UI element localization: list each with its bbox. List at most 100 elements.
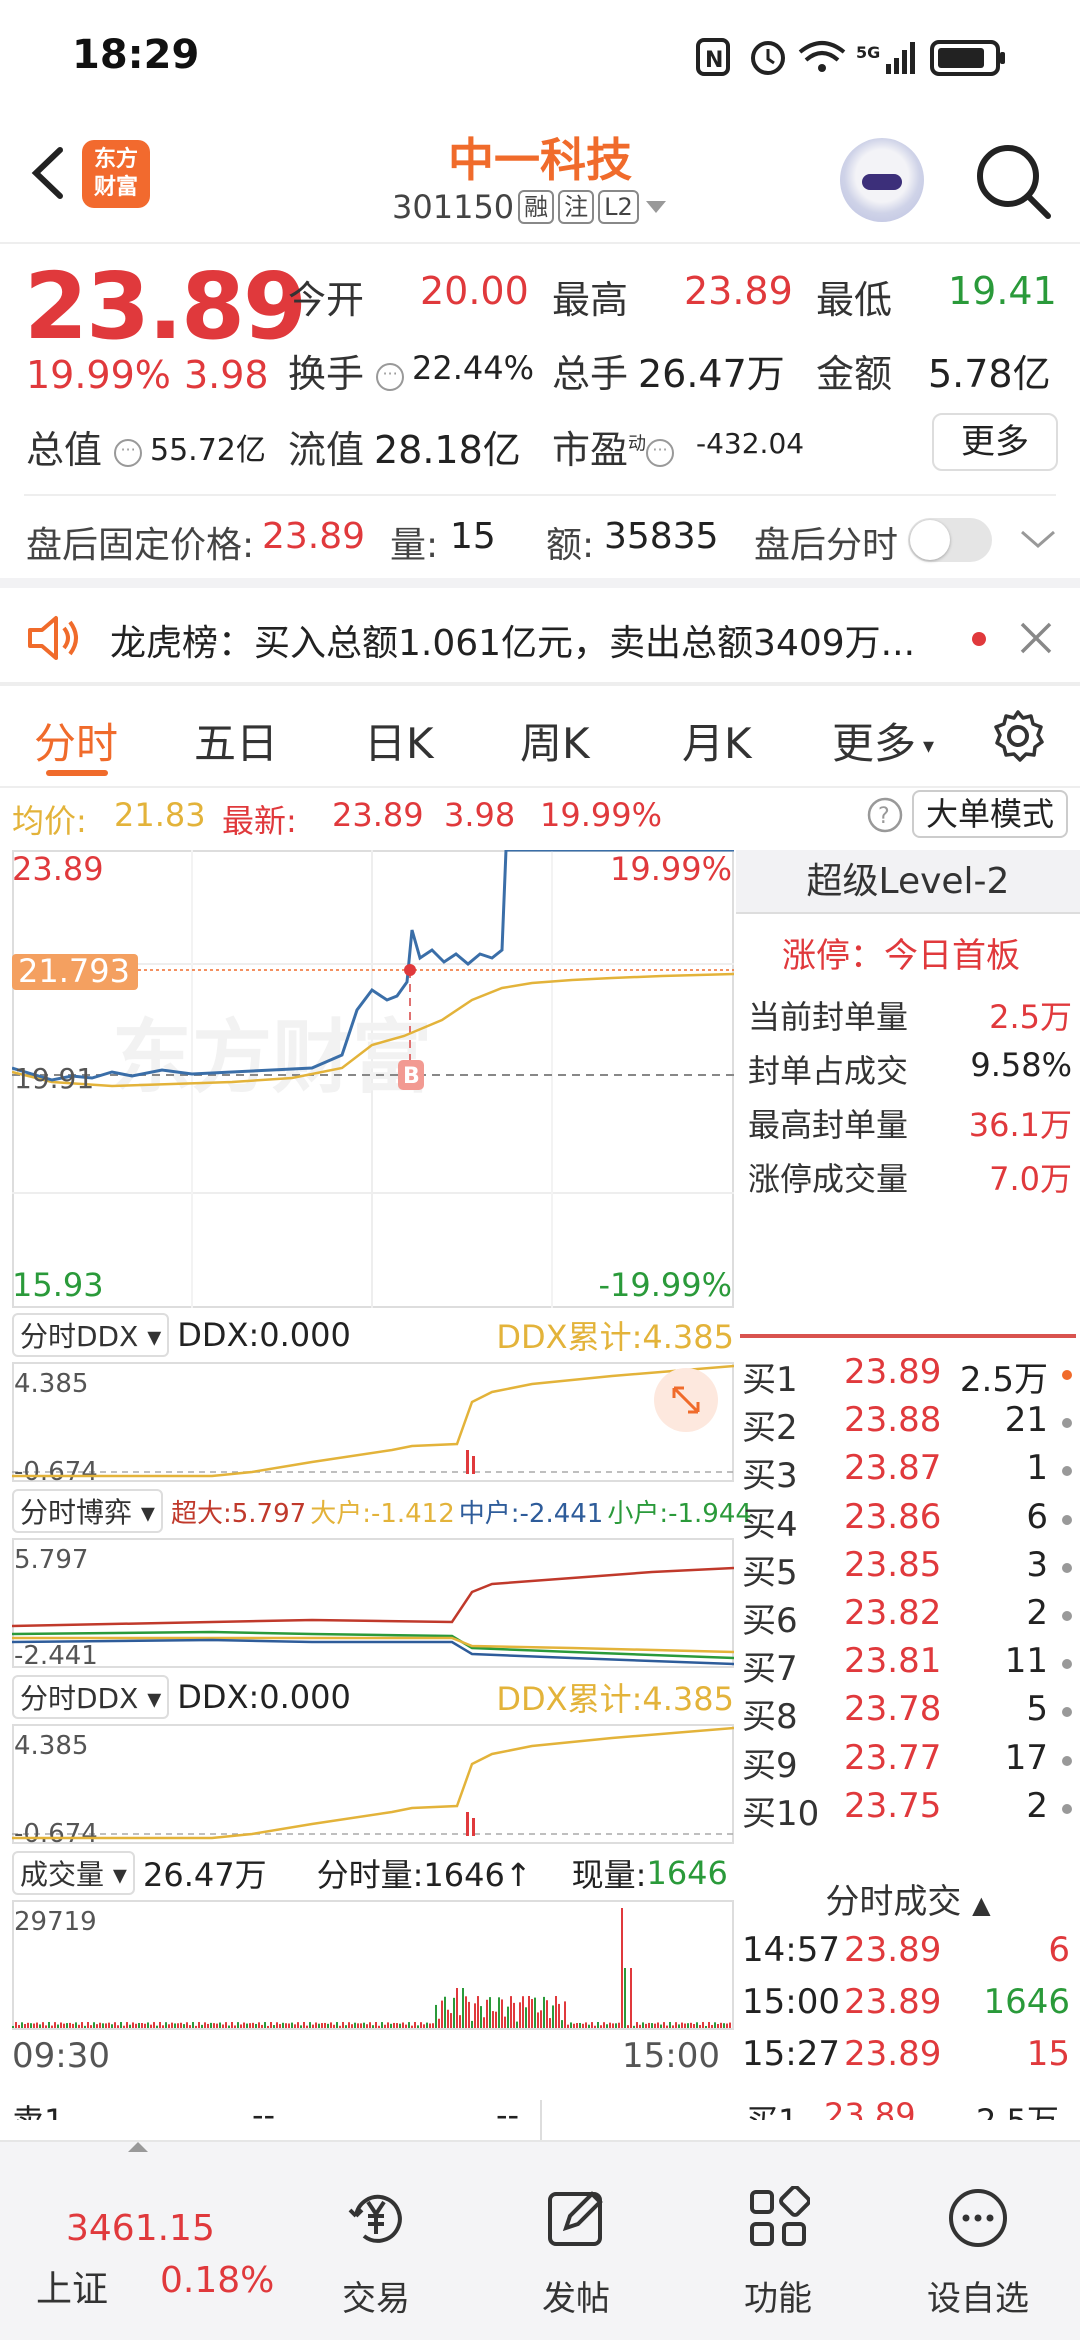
big-order-mode-button[interactable]: 大单模式 [912,790,1068,838]
volume-bar [270,2022,272,2028]
mktcap-label[interactable]: 总值 ··· [26,419,143,474]
margin-tag: 融 [518,190,555,224]
wifi-icon [798,41,846,72]
trades-title[interactable]: 分时成交 ▲ [736,1874,1080,1923]
after-hours-toggle[interactable] [908,518,992,562]
volume-bar [15,2022,17,2028]
volume-bar [30,2023,32,2028]
volume-bar [159,2022,161,2028]
indicator1-ddx: DDX:0.000 [177,1316,351,1354]
speaker-icon [28,616,78,660]
volume-bar [192,2022,194,2028]
indicator3-chart[interactable]: 4.385 -0.674 [12,1724,734,1844]
turnover-label[interactable]: 换手 ··· [288,343,405,398]
turnover-value: 22.44% [412,349,535,387]
bid-row[interactable]: 买5 23.85 3 [742,1545,1072,1593]
volume-bar [255,2023,257,2028]
bid-row[interactable]: 买2 23.88 21 [742,1400,1072,1448]
close-icon[interactable] [1018,620,1054,656]
volume-bar [129,2024,131,2028]
gear-icon[interactable] [990,708,1046,764]
indicator2-mid: 中户:-2.441 [458,1498,604,1529]
bid-row[interactable]: 买6 23.82 2 [742,1593,1072,1641]
volume-bar [66,2023,68,2028]
volume-tick: 分时量:1646↑ [316,1856,532,1894]
bid-row[interactable]: 买9 23.77 17 [742,1738,1072,1786]
volume-bar [432,2023,434,2028]
indicator1-header: 分时DDX ▾ DDX:0.000 DDX累计:4.385 [12,1310,734,1360]
volume-bar [450,2013,452,2028]
bid-volume: 1 [1026,1448,1048,1489]
volume-bar [366,2024,368,2028]
volume-bar [165,2022,167,2028]
volume-select[interactable]: 成交量 ▾ [12,1851,135,1895]
trade-volume: 6 [1048,1930,1070,1970]
pe-label[interactable]: 市盈动 ··· [552,419,675,474]
volume-bar [537,2012,539,2028]
index-ticker[interactable]: 3461.15 上证 0.18% [0,2142,280,2340]
bid-row[interactable]: 买7 23.81 11 [742,1641,1072,1689]
volume-bar [282,2022,284,2028]
volume-bar [252,2022,254,2028]
volume-bar [33,2023,35,2028]
bid-row[interactable]: 买1 23.89 2.5万 [742,1352,1072,1400]
trade-time: 15:27 [742,2034,840,2074]
volume-bar [315,2022,317,2028]
svg-text:5G: 5G [856,43,880,62]
bid-row[interactable]: 买3 23.87 1 [742,1448,1072,1496]
battery-icon [930,40,1005,76]
level2-title[interactable]: 超级Level-2 [736,850,1080,914]
level2-stat-value: 36.1万 [968,1106,1072,1144]
nfc-icon: N [696,38,730,76]
trade-row: 14:57 23.89 6 [742,1930,1072,1978]
nav-trade[interactable]: 交易 [306,2186,446,2320]
after-hours-toggle-label: 盘后分时 [754,525,899,566]
indicator3-select[interactable]: 分时DDX ▾ [12,1675,170,1719]
bid-row[interactable]: 买10 23.75 2 [742,1786,1072,1834]
tab-weekly-k[interactable]: 周K [520,710,590,771]
volume-bar [372,2025,374,2028]
volume-bar [504,2016,506,2028]
tab-five-day[interactable]: 五日 [194,710,278,771]
volume-bar [570,2022,572,2028]
stock-code-row[interactable]: 301150 融 注 L2 [392,188,669,226]
volume-bar [567,2024,569,2028]
volume-bar [540,2010,542,2028]
volume-bar [606,2024,608,2028]
volume-bar [585,2022,587,2028]
nav-functions[interactable]: 功能 [708,2185,848,2320]
svg-text:B: B [403,1064,420,1089]
tab-monthly-k[interactable]: 月K [682,710,752,771]
indicator1-select[interactable]: 分时DDX ▾ [12,1313,170,1357]
tab-more[interactable]: 更多 ▾ [832,710,934,771]
volume-bar [660,2024,662,2028]
more-button[interactable]: 更多 [932,413,1058,471]
nav-post[interactable]: 发帖 [506,2186,646,2320]
chevron-down-icon[interactable] [1018,526,1058,554]
current-price: 23.89 [24,253,307,360]
main-intraday-chart[interactable]: 东方财富 B 21.793 19.91 23.89 19.99% 15.93 -… [12,850,734,1308]
tab-daily-k[interactable]: 日K [364,710,434,771]
trade-price: 23.89 [844,2034,942,2074]
indicator2-select[interactable]: 分时博弈 ▾ [12,1489,163,1533]
volume-bar [612,2023,614,2028]
search-icon[interactable] [970,138,1054,222]
volume-chart[interactable]: 29719 [12,1900,734,2030]
volume-bar [324,2022,326,2028]
bid-row[interactable]: 买4 23.86 6 [742,1497,1072,1545]
volume-bar [387,2022,389,2028]
volume-bar [78,2024,80,2028]
nav-add-watchlist[interactable]: 设自选 [908,2186,1048,2320]
volume-bar [378,2025,380,2028]
help-icon[interactable]: ? [866,796,904,834]
volume-bar [261,2024,263,2028]
assistant-robot-icon[interactable] [840,138,924,222]
indicator2-chart[interactable]: 5.797 -2.441 [12,1538,734,1668]
volume-bar [453,1997,455,2028]
trade-price: 23.89 [844,1930,942,1970]
dragon-tiger-banner[interactable]: 龙虎榜：买入总额1.061亿元，卖出总额3409万... [0,588,1080,688]
bid-row[interactable]: 买8 23.78 5 [742,1689,1072,1737]
indicator1-chart[interactable]: 4.385 -0.674 [12,1362,734,1482]
volume-bar [414,2022,416,2028]
tab-intraday[interactable]: 分时 [34,710,118,771]
